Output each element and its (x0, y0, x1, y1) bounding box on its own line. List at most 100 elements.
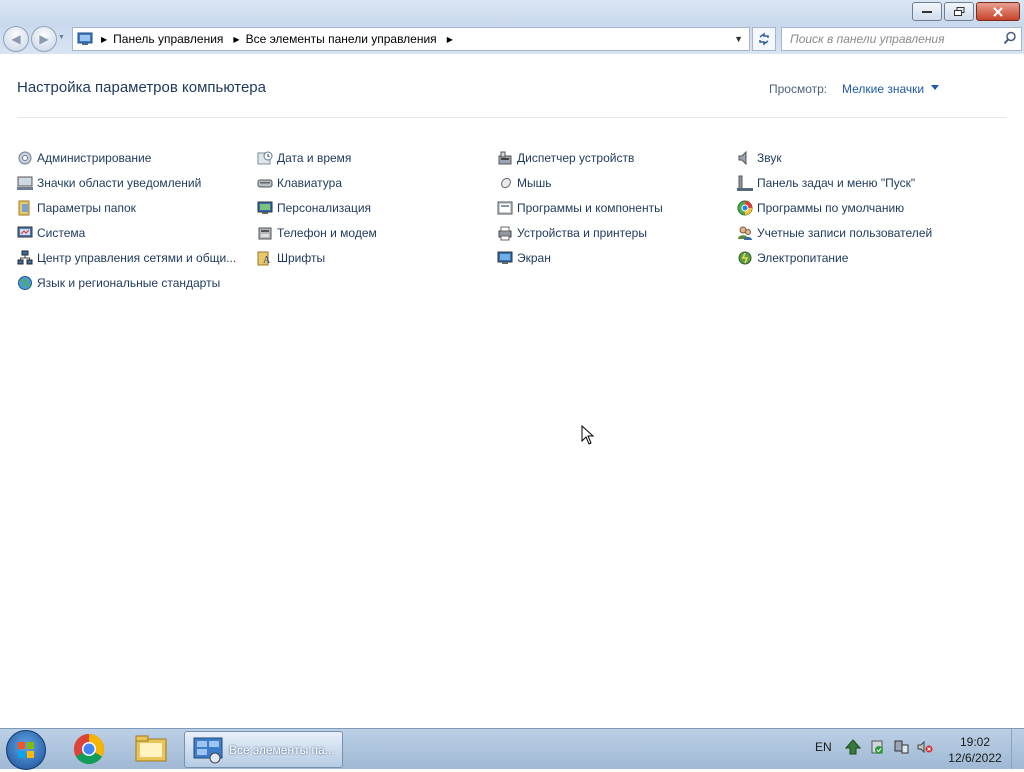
breadcrumb-control-panel[interactable]: Панель управления (113, 32, 223, 46)
keyboard-icon (257, 179, 273, 187)
device-manager-icon (498, 151, 512, 164)
restore-button[interactable] (944, 2, 974, 21)
view-mode-link[interactable]: Мелкие значки (842, 82, 924, 96)
svg-text:A: A (263, 255, 271, 266)
item-system[interactable]: Система (17, 220, 257, 245)
printer-icon (498, 226, 512, 240)
minimize-icon (922, 10, 932, 13)
search-placeholder: Поиск в панели управления (790, 32, 945, 46)
item-phone-modem[interactable]: Телефон и модем (257, 220, 497, 245)
navigation-bar: ◀ ▶ ▼ ▶ Панель управления ▶ Все элементы… (0, 24, 1024, 54)
item-label: Звук (757, 150, 782, 165)
folder-icon (135, 735, 167, 762)
item-display[interactable]: Экран (497, 245, 737, 270)
refresh-button[interactable] (752, 27, 776, 51)
system-clock[interactable]: 19:02 12/6/2022 (944, 734, 1006, 766)
user-accounts-icon (738, 226, 752, 240)
language-indicator[interactable]: EN (815, 740, 832, 754)
item-label: Учетные записи пользователей (757, 225, 933, 240)
start-button[interactable] (6, 730, 46, 770)
region-language-icon (18, 275, 32, 290)
taskbar: Все элементы па... EN 19:02 12/6/2022 (0, 728, 1024, 770)
back-button[interactable]: ◀ (3, 26, 29, 52)
minimize-button[interactable] (912, 2, 942, 21)
forward-button[interactable]: ▶ (31, 26, 57, 52)
item-folder-options[interactable]: Параметры папок (17, 195, 257, 220)
item-devices-printers[interactable]: Устройства и принтеры (497, 220, 737, 245)
control-panel-items: Администрирование Дата и время Диспетчер… (17, 145, 1007, 295)
item-mouse[interactable]: Мышь (497, 170, 737, 195)
breadcrumb-arrow-icon[interactable]: ▶ (447, 35, 453, 44)
item-label: Электропитание (757, 250, 849, 265)
network-tray-icon[interactable] (845, 739, 861, 755)
item-notification-icons[interactable]: Значки области уведомлений (17, 170, 257, 195)
show-desktop-button[interactable] (1011, 729, 1024, 769)
item-label: Клавиатура (277, 175, 342, 190)
history-dropdown-icon[interactable]: ▼ (58, 34, 65, 41)
search-input[interactable]: Поиск в панели управления (781, 27, 1022, 51)
breadcrumb-all-items[interactable]: Все элементы панели управления (246, 32, 437, 46)
close-button[interactable] (976, 2, 1020, 21)
power-icon (738, 251, 752, 264)
item-label: Шрифты (277, 250, 326, 265)
item-device-manager[interactable]: Диспетчер устройств (497, 145, 737, 170)
address-dropdown-icon[interactable]: ▼ (734, 34, 743, 44)
view-dropdown-icon[interactable] (931, 85, 939, 90)
item-network-center[interactable]: Центр управления сетями и общи... (17, 245, 257, 270)
close-icon (993, 6, 1003, 17)
item-label: Телефон и модем (277, 225, 377, 240)
page-title: Настройка параметров компьютера (17, 79, 266, 96)
item-administration[interactable]: Администрирование (17, 145, 257, 170)
search-icon[interactable] (1003, 31, 1017, 45)
item-programs-features[interactable]: Программы и компоненты (497, 195, 737, 220)
default-programs-icon (737, 200, 753, 215)
taskbar-task-control-panel[interactable]: Все элементы па... (184, 731, 343, 768)
display-icon (497, 251, 513, 264)
item-sound[interactable]: Звук (737, 145, 977, 170)
volume-muted-icon[interactable] (917, 739, 933, 755)
computer-tray-icon[interactable] (893, 739, 909, 755)
folder-options-icon (18, 200, 30, 215)
admin-tools-icon (18, 151, 32, 164)
windows-logo-icon (18, 742, 34, 758)
refresh-icon (759, 32, 769, 46)
item-label: Программы и компоненты (517, 200, 663, 215)
item-label: Значки области уведомлений (37, 175, 202, 190)
item-label: Дата и время (277, 150, 352, 165)
clock-icon (257, 151, 273, 164)
system-tray (845, 739, 933, 755)
item-label: Язык и региональные стандарты (37, 275, 221, 290)
item-label: Мышь (517, 175, 552, 190)
clock-time: 19:02 (959, 735, 991, 749)
item-label: Администрирование (37, 150, 152, 165)
view-label: Просмотр: (769, 82, 828, 96)
item-keyboard[interactable]: Клавиатура (257, 170, 497, 195)
item-label: Экран (517, 250, 551, 265)
item-user-accounts[interactable]: Учетные записи пользователей (737, 220, 977, 245)
taskbar-icon (737, 175, 753, 191)
item-label: Система (37, 225, 86, 240)
title-bar (0, 0, 1024, 24)
item-label: Диспетчер устройств (517, 150, 635, 165)
taskbar-task-label: Все элементы па... (229, 742, 335, 757)
item-label: Параметры папок (37, 200, 136, 215)
item-date-time[interactable]: Дата и время (257, 145, 497, 170)
taskbar-chrome[interactable] (63, 731, 115, 767)
address-bar[interactable]: ▶ Панель управления ▶ Все элементы панел… (72, 27, 750, 51)
item-region-language[interactable]: Язык и региональные стандарты (17, 270, 257, 295)
clock-date: 12/6/2022 (948, 751, 1002, 765)
item-power-options[interactable]: Электропитание (737, 245, 977, 270)
mouse-icon (501, 177, 511, 188)
taskbar-explorer[interactable] (125, 731, 177, 767)
item-fonts[interactable]: A Шрифты (257, 245, 497, 270)
item-default-programs[interactable]: Программы по умолчанию (737, 195, 977, 220)
action-center-icon[interactable] (869, 739, 885, 755)
notification-area-icon (17, 176, 33, 190)
item-personalization[interactable]: Персонализация (257, 195, 497, 220)
phone-modem-icon (258, 227, 272, 239)
item-taskbar-start[interactable]: Панель задач и меню "Пуск" (737, 170, 977, 195)
breadcrumb-arrow-icon: ▶ (233, 34, 240, 44)
personalization-icon (257, 201, 273, 214)
network-icon (17, 250, 33, 264)
item-label: Персонализация (277, 200, 372, 215)
